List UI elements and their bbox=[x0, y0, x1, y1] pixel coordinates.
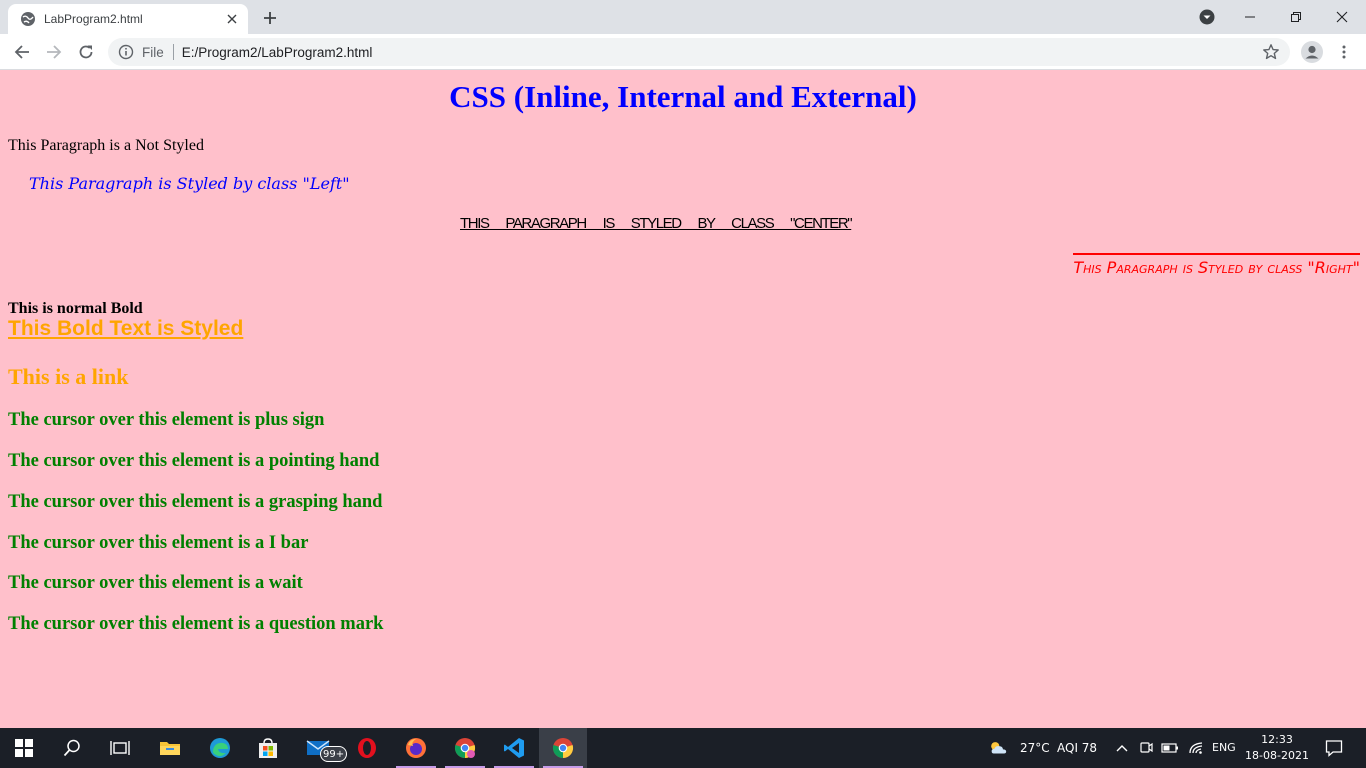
chrome-profile-button[interactable] bbox=[441, 728, 489, 768]
task-view-icon bbox=[110, 741, 130, 755]
address-bar[interactable]: File E:/Program2/LabProgram2.html bbox=[108, 38, 1290, 66]
edge-button[interactable] bbox=[196, 728, 244, 768]
chrome-profile-icon bbox=[454, 738, 476, 759]
search-button[interactable] bbox=[48, 728, 96, 768]
chrome-icon bbox=[552, 738, 574, 759]
kebab-menu-icon bbox=[1342, 45, 1346, 59]
store-button[interactable] bbox=[244, 728, 292, 768]
weather-icon[interactable] bbox=[988, 738, 1008, 758]
minimize-button[interactable] bbox=[1227, 0, 1273, 34]
weather-temperature[interactable]: 27°C bbox=[1020, 741, 1050, 755]
address-url[interactable]: E:/Program2/LabProgram2.html bbox=[182, 45, 373, 60]
paragraph-class-center: This Paragraph is Styled by class "Cente… bbox=[460, 215, 853, 232]
cursor-wait-text[interactable]: The cursor over this element is a wait bbox=[8, 573, 303, 594]
vscode-button[interactable] bbox=[490, 728, 538, 768]
tab-close-icon[interactable] bbox=[222, 9, 242, 29]
avatar-icon bbox=[1301, 41, 1323, 63]
bookmark-star-icon[interactable] bbox=[1262, 43, 1280, 61]
mail-button[interactable]: 99+ bbox=[294, 728, 348, 768]
weather-aqi[interactable]: AQI 78 bbox=[1057, 741, 1097, 755]
windows-taskbar: 99+ 27°C AQI 78 ENG 12:33 18-08-2021 bbox=[0, 728, 1366, 768]
info-icon[interactable] bbox=[118, 44, 134, 60]
cursor-crosshair-text[interactable]: The cursor over this element is plus sig… bbox=[8, 410, 324, 431]
cursor-text-text[interactable]: The cursor over this element is a I bar bbox=[8, 533, 308, 554]
restore-icon bbox=[1291, 12, 1301, 22]
wifi-icon[interactable] bbox=[1186, 738, 1206, 758]
action-center-icon[interactable] bbox=[1322, 738, 1346, 758]
back-arrow-icon bbox=[14, 45, 29, 59]
reload-icon bbox=[79, 45, 93, 59]
start-icon bbox=[15, 739, 33, 757]
meet-now-icon[interactable] bbox=[1136, 738, 1156, 758]
tab-search-button[interactable] bbox=[1184, 0, 1230, 34]
page-link[interactable]: This is a link bbox=[8, 364, 128, 390]
close-icon bbox=[1336, 11, 1348, 23]
browser-toolbar: File E:/Program2/LabProgram2.html bbox=[0, 34, 1366, 70]
forward-arrow-icon bbox=[47, 45, 62, 59]
start-button[interactable] bbox=[0, 728, 48, 768]
restore-button[interactable] bbox=[1273, 0, 1319, 34]
tab-strip: LabProgram2.html bbox=[0, 0, 1366, 34]
firefox-button[interactable] bbox=[392, 728, 440, 768]
firefox-icon bbox=[406, 738, 426, 758]
paragraph-class-left: This Paragraph is Styled by class "Left" bbox=[29, 174, 350, 193]
edge-icon bbox=[210, 738, 230, 758]
address-separator bbox=[172, 44, 174, 60]
file-explorer-icon bbox=[160, 742, 180, 755]
show-hidden-icons-icon[interactable] bbox=[1112, 738, 1132, 758]
globe-icon bbox=[20, 11, 36, 27]
clock-date: 18-08-2021 bbox=[1245, 749, 1309, 762]
task-view-button[interactable] bbox=[96, 728, 144, 768]
back-button[interactable] bbox=[8, 38, 36, 66]
reload-button[interactable] bbox=[72, 38, 100, 66]
search-icon bbox=[63, 739, 80, 757]
store-icon bbox=[259, 738, 277, 758]
close-window-button[interactable] bbox=[1319, 0, 1365, 34]
opera-icon bbox=[358, 738, 376, 758]
paragraph-not-styled: This Paragraph is a Not Styled bbox=[8, 137, 204, 154]
minimize-icon bbox=[1245, 16, 1255, 18]
page-content: CSS (Inline, Internal and External) This… bbox=[0, 70, 1366, 728]
cursor-pointer-text[interactable]: The cursor over this element is a pointi… bbox=[8, 451, 379, 472]
chrome-button[interactable] bbox=[539, 728, 587, 768]
menu-button[interactable] bbox=[1330, 38, 1358, 66]
bold-styled-text: This Bold Text is Styled bbox=[8, 317, 244, 340]
cursor-grab-text[interactable]: The cursor over this element is a graspi… bbox=[8, 492, 382, 513]
bold-normal-text: This is normal Bold bbox=[8, 300, 143, 317]
page-heading: CSS (Inline, Internal and External) bbox=[449, 79, 917, 114]
forward-button[interactable] bbox=[40, 38, 68, 66]
file-explorer-button[interactable] bbox=[146, 728, 194, 768]
tab-title: LabProgram2.html bbox=[44, 12, 143, 26]
new-tab-button[interactable] bbox=[258, 6, 282, 30]
chevron-down-icon bbox=[1199, 9, 1215, 25]
language-indicator[interactable]: ENG bbox=[1212, 741, 1236, 754]
opera-button[interactable] bbox=[343, 728, 391, 768]
clock-time: 12:33 bbox=[1261, 733, 1293, 746]
address-scheme: File bbox=[142, 44, 164, 60]
battery-icon[interactable] bbox=[1160, 738, 1180, 758]
vscode-icon bbox=[504, 738, 524, 758]
profile-button[interactable] bbox=[1298, 38, 1326, 66]
cursor-help-text[interactable]: The cursor over this element is a questi… bbox=[8, 614, 383, 635]
taskbar-clock[interactable]: 12:33 18-08-2021 bbox=[1244, 732, 1310, 764]
browser-tab[interactable]: LabProgram2.html bbox=[8, 4, 248, 34]
paragraph-class-right: This Paragraph is Styled by class "Right… bbox=[1073, 253, 1360, 277]
